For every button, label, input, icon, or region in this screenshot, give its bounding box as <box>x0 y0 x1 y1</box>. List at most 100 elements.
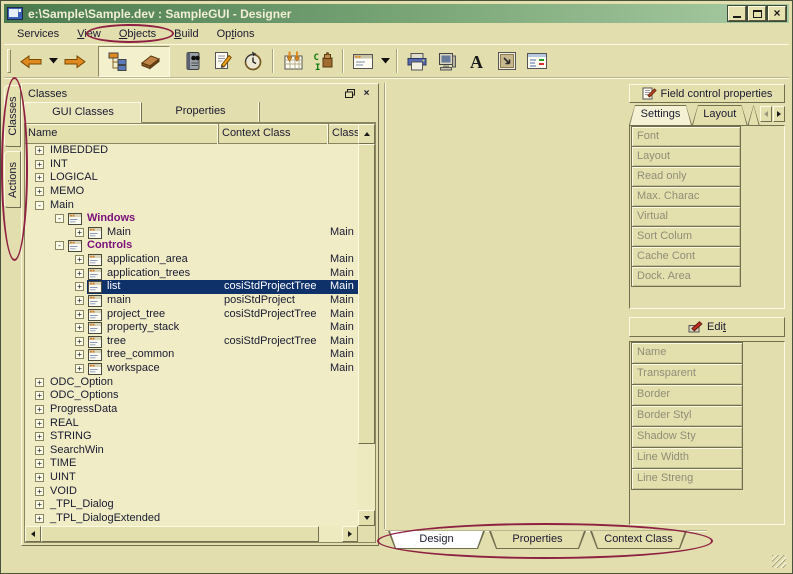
tree-row[interactable]: +MEMO <box>25 185 358 199</box>
expand-toggle[interactable]: + <box>75 310 84 319</box>
column-name[interactable]: Name <box>25 124 219 144</box>
properties-tab-layout[interactable]: Layout <box>692 105 748 125</box>
field-control-properties-header[interactable]: Field control properties <box>629 84 785 103</box>
tree-row[interactable]: +tree_commonMain <box>25 348 358 362</box>
tab-scroll-left-button[interactable] <box>760 106 772 122</box>
nav-forward-button[interactable] <box>60 47 90 75</box>
tree-row[interactable]: -Controls <box>25 239 358 253</box>
maximize-button[interactable] <box>748 6 766 21</box>
scroll-left-button[interactable] <box>25 526 41 542</box>
property-button-font[interactable]: Font <box>631 126 741 147</box>
menu-services[interactable]: Services <box>8 25 68 43</box>
clock-button[interactable] <box>238 47 268 75</box>
tab-design[interactable]: Design <box>388 531 485 549</box>
expand-toggle[interactable]: + <box>35 473 44 482</box>
tree-row[interactable]: +IMBEDDED <box>25 144 358 158</box>
menu-view[interactable]: View <box>68 25 110 43</box>
tree-row[interactable]: +property_stackMain <box>25 321 358 335</box>
expand-toggle[interactable]: + <box>35 514 44 523</box>
import-grid-button[interactable] <box>278 47 308 75</box>
tree-row[interactable]: +mainposiStdProjectMain <box>25 294 358 308</box>
menu-build[interactable]: Build <box>165 25 207 43</box>
expand-toggle[interactable]: + <box>35 432 44 441</box>
tree-row[interactable]: +treecosiStdProjectTreeMain <box>25 335 358 349</box>
tree-row[interactable]: +LOGICAL <box>25 171 358 185</box>
tree-row[interactable]: +STRING <box>25 430 358 444</box>
horizontal-scrollbar-thumb[interactable] <box>41 526 319 542</box>
property-button-shadow-sty[interactable]: Shadow Sty <box>631 426 743 448</box>
tree-row[interactable]: -Main <box>25 199 358 213</box>
expand-toggle[interactable]: + <box>35 459 44 468</box>
printer-button[interactable] <box>402 47 432 75</box>
tree-row[interactable]: +REAL <box>25 417 358 431</box>
computer-button[interactable] <box>432 47 462 75</box>
property-button-sort-colum[interactable]: Sort Colum <box>631 226 741 247</box>
class-tree-button[interactable] <box>101 47 134 75</box>
resize-grip[interactable] <box>772 555 786 568</box>
scroll-down-button[interactable] <box>358 510 375 526</box>
expand-toggle[interactable]: + <box>75 255 84 264</box>
tab-gui-classes[interactable]: GUI Classes <box>24 102 142 123</box>
expand-toggle[interactable]: + <box>75 323 84 332</box>
horizontal-scrollbar[interactable] <box>25 526 358 542</box>
expand-toggle[interactable]: + <box>75 228 84 237</box>
tree-row[interactable]: +_TPL_DialogExtended <box>25 512 358 526</box>
tree-row[interactable]: +TIME <box>25 457 358 471</box>
property-button-cache-cont[interactable]: Cache Cont <box>631 246 741 267</box>
scroll-right-button[interactable] <box>342 526 358 542</box>
float-panel-button[interactable] <box>342 87 357 100</box>
expand-toggle[interactable]: + <box>35 446 44 455</box>
vertical-scrollbar[interactable] <box>358 124 375 526</box>
expand-toggle[interactable]: + <box>35 500 44 509</box>
book-button[interactable] <box>178 47 208 75</box>
property-button-read-only[interactable]: Read only <box>631 166 741 187</box>
tab-properties[interactable]: Properties <box>142 102 260 122</box>
close-panel-button[interactable]: × <box>359 87 374 100</box>
side-tab-classes[interactable]: Classes <box>4 85 21 147</box>
tree-row[interactable]: +project_treecosiStdProjectTreeMain <box>25 308 358 322</box>
property-button-border-styl[interactable]: Border Styl <box>631 405 743 427</box>
property-button-layout[interactable]: Layout <box>631 146 741 167</box>
tree-row[interactable]: -Windows <box>25 212 358 226</box>
expand-toggle[interactable]: + <box>35 405 44 414</box>
tree-row-selected[interactable]: +listcosiStdProjectTreeMain <box>25 280 358 294</box>
scroll-up-button[interactable] <box>358 124 375 144</box>
collapse-toggle[interactable]: - <box>55 214 64 223</box>
expand-toggle[interactable]: + <box>35 160 44 169</box>
properties-tab-settings[interactable]: Settings <box>629 105 692 125</box>
expand-toggle[interactable]: + <box>35 146 44 155</box>
side-tab-actions[interactable]: Actions <box>4 151 21 208</box>
tree-row[interactable]: +workspaceMain <box>25 362 358 376</box>
property-button-dock-area[interactable]: Dock. Area <box>631 266 741 287</box>
expand-toggle[interactable]: + <box>35 173 44 182</box>
expand-toggle[interactable]: + <box>75 282 84 291</box>
edit-document-button[interactable] <box>208 47 238 75</box>
tree-column-header[interactable]: Name Context Class Class <box>25 124 358 144</box>
tree-row[interactable]: +application_areaMain <box>25 253 358 267</box>
expand-toggle[interactable]: + <box>35 419 44 428</box>
class-instance-button[interactable]: CI <box>308 47 338 75</box>
tab-properties[interactable]: Properties <box>489 531 586 549</box>
property-button-line-streng[interactable]: Line Streng <box>631 468 743 490</box>
expand-toggle[interactable]: + <box>75 269 84 278</box>
expand-toggle[interactable]: + <box>75 350 84 359</box>
toolbar-grip[interactable] <box>7 49 11 73</box>
caret-down-button[interactable] <box>378 47 392 75</box>
eraser-button[interactable] <box>134 47 167 75</box>
tree-row[interactable]: +MainMain <box>25 226 358 240</box>
nav-back-button[interactable] <box>16 47 46 75</box>
expand-toggle[interactable]: + <box>35 391 44 400</box>
minimize-button[interactable] <box>728 6 746 21</box>
property-button-name[interactable]: Name <box>631 342 743 364</box>
tree-row[interactable]: +INT <box>25 158 358 172</box>
tree-row[interactable]: +VOID <box>25 485 358 499</box>
tree-row[interactable]: +_TPL_Dialog <box>25 498 358 512</box>
property-button-virtual[interactable]: Virtual <box>631 206 741 227</box>
tree-row[interactable]: +ODC_Options <box>25 389 358 403</box>
expand-toggle[interactable]: + <box>75 364 84 373</box>
column-class[interactable]: Class <box>329 124 361 144</box>
font-button[interactable]: A <box>462 47 492 75</box>
close-button[interactable]: × <box>768 6 786 21</box>
tree-row[interactable]: +ODC_Option <box>25 376 358 390</box>
menu-objects[interactable]: Objects <box>110 25 165 43</box>
